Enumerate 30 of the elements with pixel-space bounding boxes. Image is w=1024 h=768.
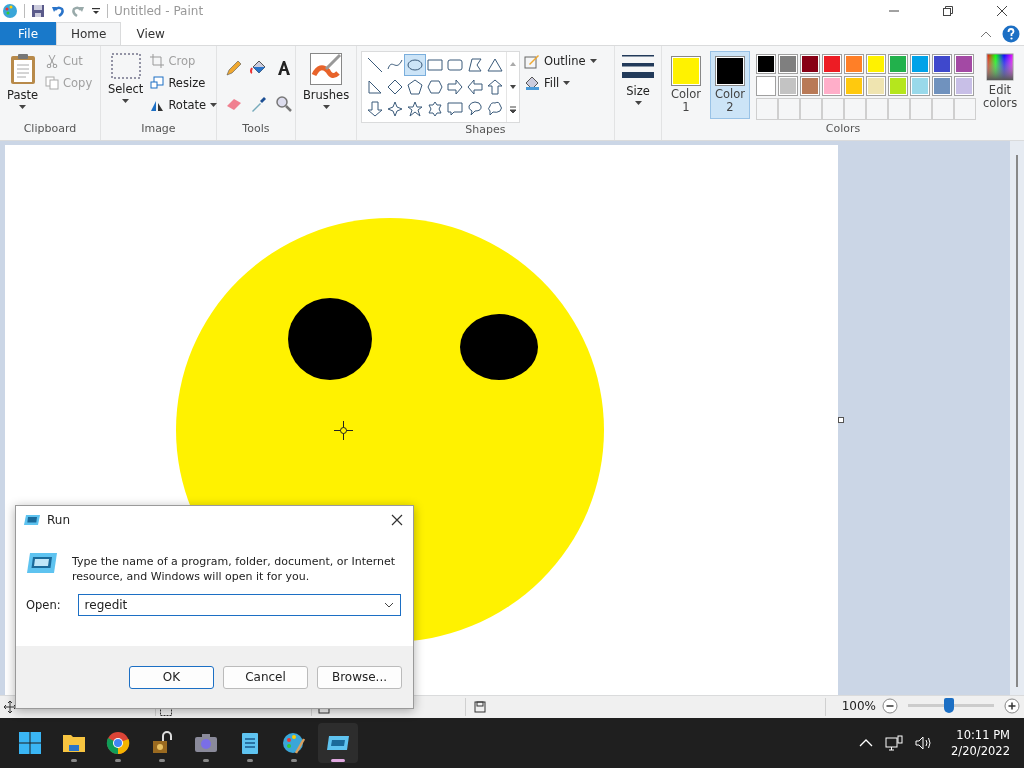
edit-colors-button[interactable]: Edit colors <box>980 49 1020 114</box>
dialog-message: Type the name of a program, folder, document, or Internet resource, and Windows will open it for you. <box>72 554 397 584</box>
dialog-button[interactable]: OK <box>129 665 214 689</box>
color-2-button[interactable]: Color 2 <box>710 51 750 119</box>
open-combobox[interactable]: regedit <box>77 594 401 616</box>
dialog-button[interactable]: Browse... <box>317 665 402 689</box>
dialog-button[interactable]: Cancel <box>223 665 308 689</box>
group-label: Image <box>141 122 176 137</box>
outline-button[interactable]: Outline <box>523 51 597 71</box>
fill-button[interactable]: Fill <box>523 73 597 93</box>
dialog-title: Run <box>47 513 70 527</box>
color-1-button[interactable]: Color 1 <box>666 51 706 119</box>
size-button[interactable]: Size <box>619 49 657 109</box>
ribbon-tab[interactable]: View <box>121 22 180 45</box>
ribbon-tab[interactable]: Home <box>56 22 122 45</box>
paste-button[interactable]: Paste <box>4 49 42 113</box>
clock-time[interactable]: 10:11 PM <box>956 727 1010 743</box>
window-title: Untitled - Paint <box>114 4 204 18</box>
ribbon-tab[interactable]: File <box>0 22 56 45</box>
group-label: Tools <box>242 122 270 137</box>
zoom-level: 100% <box>841 699 876 713</box>
group-label: Clipboard <box>23 122 77 137</box>
resize-button[interactable]: Resize <box>150 73 218 93</box>
group-label: Colors <box>825 122 861 137</box>
brushes-button[interactable]: Brushes <box>299 49 353 113</box>
group-label: Shapes <box>465 123 506 138</box>
select-button[interactable]: Select <box>104 49 147 107</box>
rotate-button[interactable]: Rotate <box>150 95 218 115</box>
clock-date[interactable]: 2/20/2022 <box>951 743 1010 759</box>
open-label: Open: <box>26 598 61 612</box>
